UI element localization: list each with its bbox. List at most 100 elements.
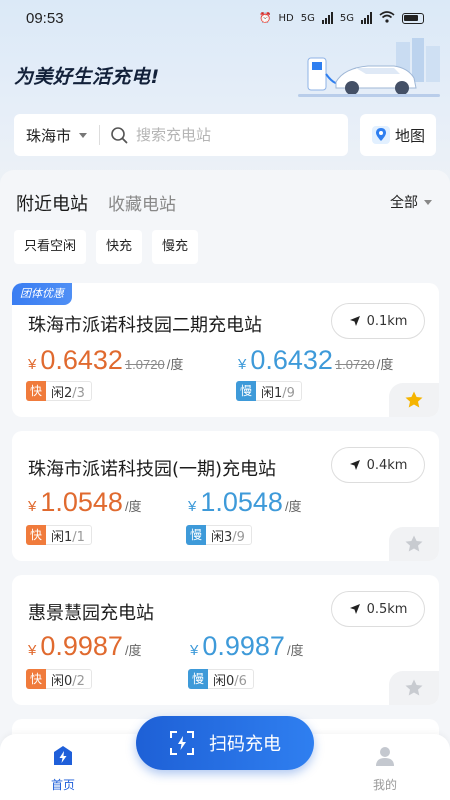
favorite-button[interactable] — [389, 671, 439, 705]
fast-price: ¥0.9987/度 — [28, 631, 142, 662]
scan-charge-button[interactable]: 扫码充电 — [136, 716, 314, 770]
price-unit: /度 — [166, 357, 184, 372]
fast-availability: 快 闲1/1 — [26, 524, 92, 545]
map-pin-icon — [371, 126, 390, 144]
original-price: 1.0720 — [124, 357, 165, 372]
tab-home[interactable]: 首页 — [40, 744, 86, 793]
fast-availability: 快 闲2/3 — [26, 380, 92, 401]
search-row: 珠海市 地图 — [14, 114, 436, 156]
slow-badge: 慢 — [188, 668, 208, 689]
currency: ¥ — [28, 356, 37, 373]
currency: ¥ — [28, 642, 37, 659]
group-discount-tag: 团体优惠 — [12, 283, 72, 305]
total-count: /9 — [232, 529, 245, 545]
alarm-icon: ⏰ — [259, 12, 272, 24]
station-name: 珠海市派诺科技园(一期)充电站 — [28, 459, 277, 480]
distance: 0.4km — [366, 457, 408, 473]
star-icon — [405, 679, 423, 696]
search-box[interactable]: 珠海市 — [14, 114, 348, 156]
status-bar: 09:53 ⏰ HD 5G 5G — [0, 0, 450, 36]
idle-label: 闲 — [211, 529, 225, 545]
filter-label: 全部 — [390, 195, 418, 211]
star-icon — [405, 535, 423, 552]
distance: 0.5km — [366, 601, 408, 617]
idle-label: 闲 — [213, 673, 227, 689]
distance-button[interactable]: 0.5km — [331, 591, 425, 627]
slow-price: ¥0.9987/度 — [190, 631, 304, 662]
station-tabs: 附近电站 收藏电站 — [16, 190, 176, 216]
price-unit: /度 — [376, 357, 394, 372]
slow-price: ¥0.6432 1.0720/度 — [238, 345, 393, 376]
idle-label: 闲 — [51, 385, 65, 401]
fast-price: ¥1.0548/度 — [28, 487, 142, 518]
tab-mine[interactable]: 我的 — [362, 744, 408, 793]
price-value: 0.6432 — [250, 345, 333, 375]
status-time: 09:53 — [26, 9, 64, 27]
price-unit: /度 — [124, 643, 142, 658]
price-unit: /度 — [284, 499, 302, 514]
price-value: 0.9987 — [202, 631, 285, 661]
signal-icon — [321, 12, 333, 24]
price-value: 0.9987 — [40, 631, 123, 661]
chip-idle-only[interactable]: 只看空闲 — [14, 230, 87, 264]
navigate-arrow-icon — [349, 604, 360, 614]
currency: ¥ — [238, 356, 247, 373]
chevron-down-icon — [424, 199, 432, 205]
slow-badge: 慢 — [186, 524, 206, 545]
divider — [99, 125, 101, 145]
idle-label: 闲 — [51, 529, 65, 545]
price-value: 1.0548 — [200, 487, 283, 517]
slow-availability: 慢 闲3/9 — [186, 524, 252, 545]
slow-price: ¥1.0548/度 — [188, 487, 302, 518]
station-card[interactable]: 珠海市派诺科技园(一期)充电站 0.4km ¥1.0548/度 ¥1.0548/… — [12, 431, 439, 561]
favorite-button[interactable] — [389, 383, 439, 417]
battery-icon — [402, 12, 424, 24]
city-selector[interactable]: 珠海市 — [26, 125, 71, 146]
search-input[interactable] — [136, 126, 307, 144]
distance-button[interactable]: 0.4km — [331, 447, 425, 483]
tab-home-label: 首页 — [50, 778, 75, 792]
slow-badge: 慢 — [236, 380, 256, 401]
chevron-down-icon[interactable] — [79, 132, 88, 138]
price-unit: /度 — [124, 499, 142, 514]
tab-nearby[interactable]: 附近电站 — [16, 190, 88, 216]
car-charging-illustration — [298, 38, 440, 97]
hd-label: HD — [278, 12, 294, 24]
filter-chips: 只看空闲 快充 慢充 — [14, 230, 199, 264]
net-label-1: 5G — [300, 12, 315, 24]
slogan: 为美好生活充电! — [14, 66, 160, 88]
fast-badge: 快 — [26, 524, 46, 545]
scan-charge-label: 扫码充电 — [209, 734, 281, 755]
fast-availability: 快 闲0/2 — [26, 668, 92, 689]
tab-favorites[interactable]: 收藏电站 — [108, 190, 176, 215]
navigate-arrow-icon — [349, 460, 360, 470]
filter-dropdown[interactable]: 全部 — [390, 192, 432, 212]
user-icon — [376, 747, 394, 766]
distance-button[interactable]: 0.1km — [331, 303, 425, 339]
currency: ¥ — [188, 498, 197, 515]
total-count: /1 — [72, 529, 85, 545]
star-icon — [405, 391, 423, 408]
wifi-icon — [379, 10, 395, 26]
navigate-arrow-icon — [349, 316, 360, 326]
fast-price: ¥0.6432 1.0720/度 — [28, 345, 183, 376]
status-icons: ⏰ HD 5G 5G — [259, 10, 424, 26]
chip-slow[interactable]: 慢充 — [152, 230, 199, 264]
total-count: /9 — [282, 385, 295, 401]
original-price: 1.0720 — [334, 357, 375, 372]
home-bolt-icon — [54, 746, 72, 765]
fast-badge: 快 — [26, 668, 46, 689]
station-card[interactable]: 团体优惠 珠海市派诺科技园二期充电站 0.1km ¥0.6432 1.0720/度… — [12, 283, 439, 417]
map-button[interactable]: 地图 — [360, 114, 436, 156]
chip-fast[interactable]: 快充 — [96, 230, 143, 264]
total-count: /2 — [72, 673, 85, 689]
slow-availability: 慢 闲1/9 — [236, 380, 302, 401]
favorite-button[interactable] — [389, 527, 439, 561]
idle-label: 闲 — [261, 385, 275, 401]
map-label: 地图 — [394, 126, 425, 145]
station-name: 惠景慧园充电站 — [28, 603, 154, 624]
tab-mine-label: 我的 — [372, 778, 397, 792]
total-count: /6 — [234, 673, 247, 689]
scan-icon — [170, 731, 194, 755]
station-card[interactable]: 惠景慧园充电站 0.5km ¥0.9987/度 ¥0.9987/度 快 闲0/2… — [12, 575, 439, 705]
